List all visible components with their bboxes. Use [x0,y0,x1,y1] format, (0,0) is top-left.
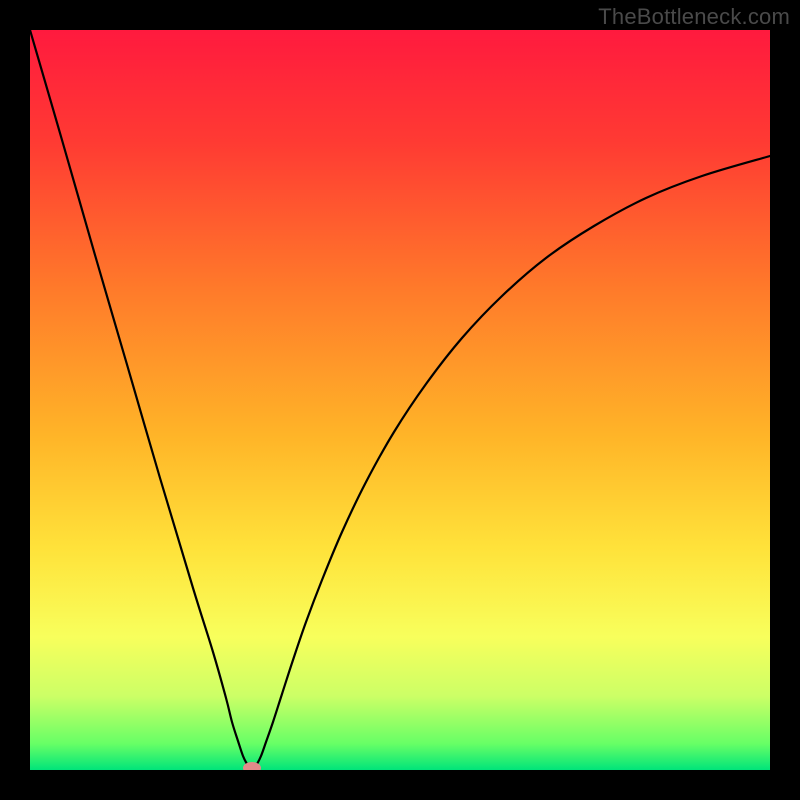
bottleneck-chart [0,0,800,800]
chart-frame: TheBottleneck.com [0,0,800,800]
plot-background [30,30,770,770]
watermark-text: TheBottleneck.com [598,4,790,30]
min-marker [243,762,261,774]
